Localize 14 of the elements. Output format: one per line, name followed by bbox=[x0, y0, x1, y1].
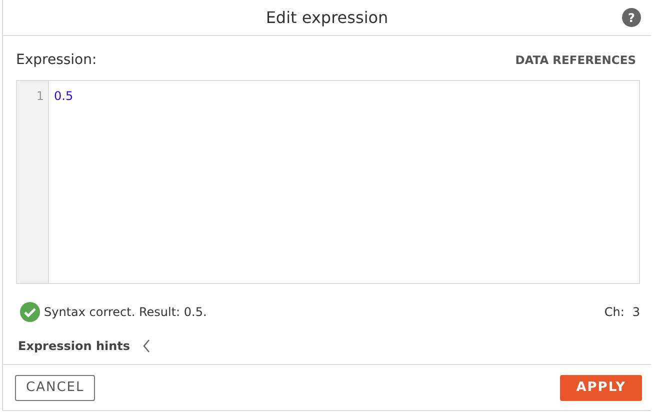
dialog-title: Edit expression bbox=[266, 8, 388, 27]
apply-button[interactable]: APPLY bbox=[560, 374, 642, 400]
data-references-link[interactable]: DATA REFERENCES bbox=[511, 53, 640, 67]
chevron-left-icon[interactable] bbox=[142, 339, 152, 353]
char-count: 3 bbox=[632, 305, 640, 319]
code-line: 0.5 bbox=[54, 89, 74, 103]
code-editor[interactable]: 1 0.5 bbox=[16, 80, 640, 284]
cancel-button[interactable]: CANCEL bbox=[15, 374, 96, 400]
char-count-label: Ch: bbox=[604, 305, 624, 319]
expression-hints-label: Expression hints bbox=[18, 339, 130, 353]
expression-label: Expression: bbox=[16, 52, 97, 68]
line-number: 1 bbox=[35, 89, 44, 103]
status-message: Syntax correct. Result: 0.5. bbox=[44, 305, 207, 319]
help-button[interactable]: ? bbox=[622, 8, 641, 27]
